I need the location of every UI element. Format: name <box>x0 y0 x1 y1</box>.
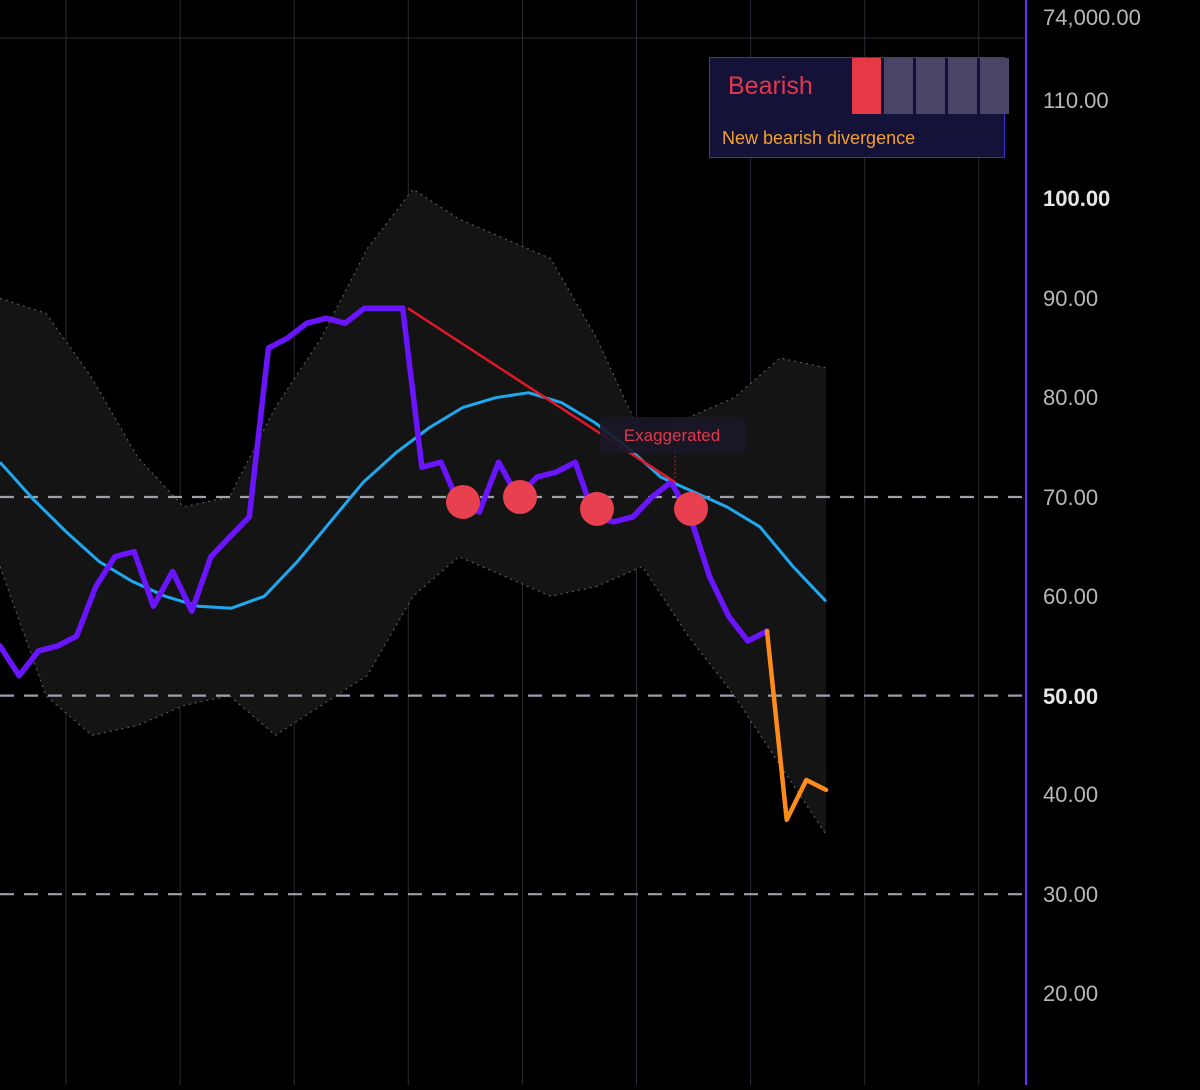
signal-marker <box>446 484 480 519</box>
signal-strength-meter <box>852 58 1009 114</box>
meter-segment <box>948 58 977 114</box>
divergence-label: Exaggerated <box>624 426 720 445</box>
signal-label: Bearish <box>728 72 813 100</box>
signal-marker <box>674 491 708 526</box>
chart-canvas[interactable]: Exaggerated 74,000.00 110.00 100.00 90.00 80… <box>0 0 1200 1085</box>
y-tick-label: 20.00 <box>1043 981 1098 1006</box>
y-tick-label: 70.00 <box>1043 485 1098 510</box>
y-tick-label: 80.00 <box>1043 385 1098 410</box>
y-tick-label: 90.00 <box>1043 286 1098 311</box>
meter-segment <box>884 58 913 114</box>
y-tick-label: 60.00 <box>1043 584 1098 609</box>
signal-marker <box>580 491 614 526</box>
price-axis: 74,000.00 110.00 100.00 90.00 80.00 70.00 60.0… <box>1025 0 1141 1085</box>
rsi-chart[interactable]: Exaggerated 74,000.00 110.00 100.00 90.00 80… <box>0 0 1200 1085</box>
y-tick-label: 30.00 <box>1043 882 1098 907</box>
signal-panel: Bearish New bearish divergence <box>709 57 1009 158</box>
signal-message: New bearish divergence <box>722 128 916 148</box>
signal-marker <box>503 480 537 514</box>
y-tick-label: 50.00 <box>1043 684 1098 709</box>
y-tick-label: 40.00 <box>1043 782 1098 807</box>
y-tick-label: 110.00 <box>1043 88 1109 113</box>
y-tick-label: 74,000.00 <box>1043 5 1141 30</box>
meter-segment <box>980 58 1009 114</box>
y-tick-label: 100.00 <box>1043 186 1110 211</box>
meter-segment <box>852 58 881 114</box>
meter-segment <box>916 58 945 114</box>
